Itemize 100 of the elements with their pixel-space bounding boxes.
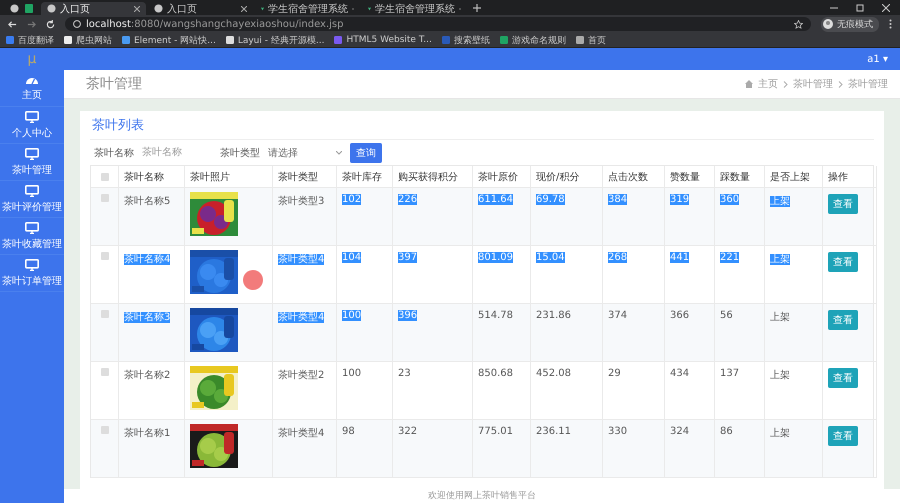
table-cell: 茶叶名称4 <box>124 254 170 265</box>
close-icon[interactable] <box>241 6 247 12</box>
table-cell: 801.09 <box>478 252 513 263</box>
star-icon[interactable] <box>794 20 803 28</box>
table-cell: 茶叶类型4 <box>278 428 324 439</box>
search-button[interactable]: 查询 <box>350 142 382 162</box>
caret-icon <box>336 150 342 154</box>
bookmark-icon <box>122 36 130 44</box>
table-cell: 茶叶类型2 <box>278 370 324 381</box>
table-cell: 23 <box>398 368 411 379</box>
table-cell: 茶叶名称5 <box>124 196 170 207</box>
bookmark[interactable]: Element - 网站快... <box>122 34 216 46</box>
type-select[interactable]: 请选择 <box>268 146 342 160</box>
table-cell: 100 <box>342 368 362 379</box>
chevron-icon <box>838 80 843 88</box>
view-button[interactable]: 查看 <box>828 310 858 330</box>
table-cell: 330 <box>608 426 628 437</box>
table-cell: 452.08 <box>536 368 571 379</box>
table-cell: 322 <box>398 426 418 437</box>
home-icon <box>745 80 753 88</box>
bookmark-icon <box>576 36 584 44</box>
view-button[interactable]: 查看 <box>828 252 858 272</box>
table-cell: 104 <box>342 252 362 263</box>
browser-tab[interactable]: 入口页 <box>41 2 146 15</box>
view-button[interactable]: 查看 <box>828 194 858 214</box>
table-cell: 384 <box>608 194 628 205</box>
monitor-icon <box>25 184 39 196</box>
breadcrumb-item: 茶叶管理 <box>848 78 888 91</box>
reload-icon[interactable] <box>46 20 55 28</box>
bookmark[interactable]: 搜索壁纸 <box>442 34 490 46</box>
table-cell: 366 <box>670 310 690 321</box>
table-cell: 137 <box>720 368 740 379</box>
browser-tab[interactable]: 入口页 <box>148 2 253 15</box>
table-cell: 319 <box>670 194 690 205</box>
table-cell: 69.78 <box>536 194 565 205</box>
cursor-highlight <box>243 270 263 290</box>
back-icon[interactable] <box>8 20 17 28</box>
close-icon[interactable] <box>882 4 890 12</box>
browser-tab[interactable]: 学生宿舍管理系统 <box>255 2 360 15</box>
bookmark[interactable]: Layui - 经典开源模... <box>226 34 324 46</box>
table-cell: 396 <box>398 310 418 321</box>
table-cell: 86 <box>720 426 733 437</box>
view-button[interactable]: 查看 <box>828 426 858 446</box>
monitor-icon <box>25 110 39 122</box>
table-cell: 茶叶名称1 <box>124 428 170 439</box>
table-cell: 514.78 <box>478 310 513 321</box>
table-cell: 221 <box>720 252 740 263</box>
bookmark[interactable]: 爬虫网站 <box>64 34 112 46</box>
row-checkbox[interactable] <box>100 310 108 318</box>
card-title: 茶叶列表 <box>90 111 874 140</box>
view-button[interactable]: 查看 <box>828 368 858 388</box>
table-cell: 98 <box>342 426 355 437</box>
user-menu[interactable]: a1 ▾ <box>867 54 888 64</box>
table-cell: 231.86 <box>536 310 571 321</box>
bookmark[interactable]: 首页 <box>576 34 606 46</box>
field-label: 茶叶名称 <box>94 146 134 160</box>
table-cell: 茶叶名称2 <box>124 370 170 381</box>
page-title: 茶叶管理 <box>86 75 142 93</box>
forward-icon[interactable] <box>27 20 36 28</box>
more-icon[interactable] <box>889 19 892 29</box>
row-checkbox[interactable] <box>100 426 108 434</box>
logo: μ <box>28 50 36 69</box>
table-cell: 236.11 <box>536 426 571 437</box>
row-checkbox[interactable] <box>100 252 108 260</box>
field-label: 茶叶类型 <box>220 146 260 160</box>
table-cell: 268 <box>608 252 628 263</box>
bookmark[interactable]: HTML5 Website T... <box>334 35 432 45</box>
bookmark-icon <box>442 36 450 44</box>
breadcrumb-item[interactable]: 茶叶管理 <box>793 77 833 91</box>
table-cell: 上架 <box>770 428 790 439</box>
table-cell: 850.68 <box>478 368 513 379</box>
bookmark-icon <box>226 36 234 44</box>
table-cell: 611.64 <box>478 194 513 205</box>
table-cell: 775.01 <box>478 426 513 437</box>
bookmark[interactable]: 百度翻译 <box>6 34 54 46</box>
select-all-checkbox[interactable] <box>100 172 108 180</box>
table-cell: 15.04 <box>536 252 565 263</box>
table-cell: 434 <box>670 368 690 379</box>
new-tab-icon[interactable] <box>473 4 481 12</box>
bookmark-icon <box>334 36 342 44</box>
restore-icon[interactable] <box>856 4 864 12</box>
table-cell: 上架 <box>770 196 790 207</box>
row-checkbox[interactable] <box>100 194 108 202</box>
table-cell: 茶叶类型3 <box>278 196 324 207</box>
table-cell: 茶叶名称3 <box>124 312 170 323</box>
address-bar[interactable]: localhost:8080/wangshangchayexiaoshou/index.jsp <box>65 17 811 31</box>
table-cell: 56 <box>720 310 733 321</box>
row-checkbox[interactable] <box>100 368 108 376</box>
table-cell: 397 <box>398 252 418 263</box>
table-cell: 324 <box>670 426 690 437</box>
browser-tab[interactable]: 学生宿舍管理系统 <box>362 2 467 15</box>
bookmark[interactable]: 游戏命名规则 <box>500 34 566 46</box>
bookmark-icon <box>500 36 508 44</box>
table-cell: 上架 <box>770 370 790 381</box>
table-cell: 上架 <box>770 254 790 265</box>
table-cell: 29 <box>608 368 621 379</box>
table-cell: 茶叶类型4 <box>278 254 324 265</box>
close-icon[interactable] <box>134 6 140 12</box>
monitor-icon <box>25 258 39 270</box>
profile-button[interactable]: 无痕模式 <box>821 16 879 32</box>
